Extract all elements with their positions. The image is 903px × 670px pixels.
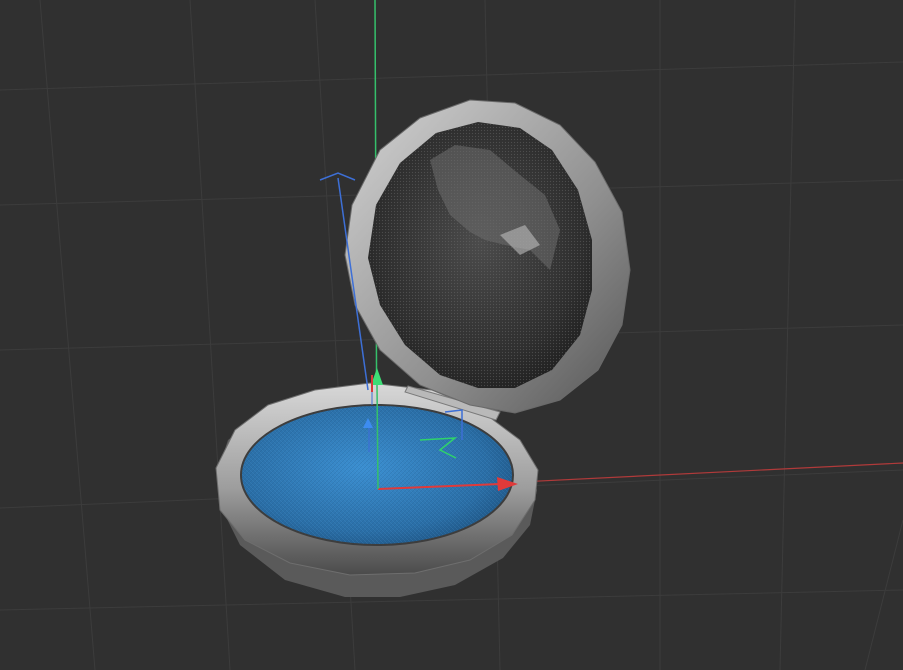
y-axis-base	[376, 384, 379, 490]
3d-viewport[interactable]	[0, 0, 903, 670]
scene-canvas[interactable]	[0, 0, 903, 670]
compact-lid[interactable]	[344, 99, 631, 414]
